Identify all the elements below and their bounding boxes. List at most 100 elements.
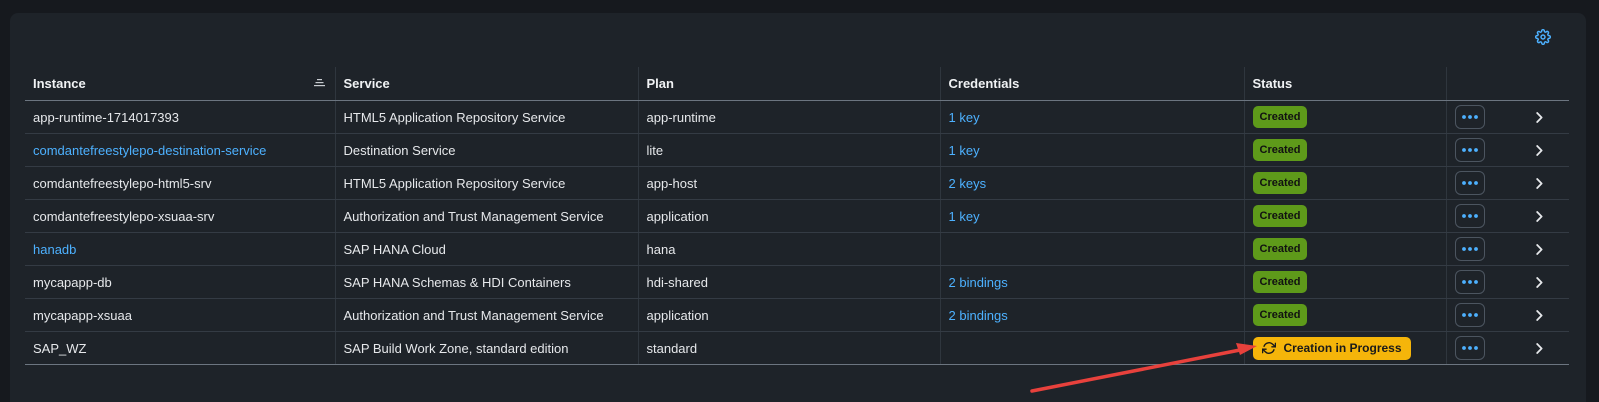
more-actions-button[interactable] xyxy=(1454,336,1485,360)
plan-name: application xyxy=(646,307,709,323)
sort-icon[interactable] xyxy=(313,79,325,87)
cell-plan: application xyxy=(637,298,940,332)
status-label: Created xyxy=(1259,111,1301,123)
column-header-label: Credentials xyxy=(948,76,1020,91)
cell-actions xyxy=(1445,199,1569,233)
column-header-label: Status xyxy=(1252,76,1293,91)
row-navigate-button[interactable] xyxy=(1536,342,1543,354)
cell-status: Created xyxy=(1243,298,1446,332)
column-header-label: Instance xyxy=(33,76,86,91)
more-actions-button[interactable] xyxy=(1454,171,1485,195)
table-row[interactable]: app-runtime-1714017393 HTML5 Application … xyxy=(25,100,1569,134)
credentials-link[interactable]: 1 key xyxy=(949,110,980,125)
plan-name: hdi-shared xyxy=(646,274,708,290)
service-name: HTML5 Application Repository Service xyxy=(343,175,566,191)
column-header-status[interactable]: Status xyxy=(1243,67,1446,101)
cell-actions xyxy=(1445,166,1569,200)
chevron-right-icon xyxy=(1536,210,1543,222)
row-actions xyxy=(1454,138,1562,162)
cell-credentials xyxy=(939,232,1244,266)
cell-actions xyxy=(1445,331,1569,365)
row-navigate-button[interactable] xyxy=(1536,210,1543,222)
instance-name: comdantefreestylepo-html5-srv xyxy=(33,175,212,191)
cell-instance: mycapapp-xsuaa xyxy=(25,298,335,332)
chevron-right-icon xyxy=(1536,177,1543,189)
credentials-link[interactable]: 1 key xyxy=(949,143,980,158)
cell-plan: application xyxy=(637,199,940,233)
cell-service: HTML5 Application Repository Service xyxy=(334,100,638,134)
plan-name: standard xyxy=(646,340,698,356)
cell-status: Created xyxy=(1243,232,1446,266)
table-row[interactable]: SAP_WZ SAP Build Work Zone, standard edit… xyxy=(25,331,1569,365)
instance-name[interactable]: hanadb xyxy=(33,242,76,257)
instance-name: mycapapp-db xyxy=(33,274,112,290)
service-name: SAP HANA Schemas & HDI Containers xyxy=(343,274,571,290)
table-row[interactable]: comdantefreestylepo-destination-service D… xyxy=(25,133,1569,167)
more-actions-button[interactable] xyxy=(1454,303,1485,327)
table-body: app-runtime-1714017393 HTML5 Application … xyxy=(25,100,1569,365)
more-actions-button[interactable] xyxy=(1454,138,1485,162)
instance-name: app-runtime-1714017393 xyxy=(33,109,179,125)
table-settings-button[interactable] xyxy=(1533,27,1553,47)
column-header-instance[interactable]: Instance xyxy=(25,67,335,101)
cell-status: Created xyxy=(1243,133,1446,167)
column-header-plan[interactable]: Plan xyxy=(637,67,940,101)
status-label: Created xyxy=(1259,210,1301,222)
gear-icon xyxy=(1535,29,1551,45)
cell-instance: comdantefreestylepo-xsuaa-srv xyxy=(25,199,335,233)
credentials-link[interactable]: 2 bindings xyxy=(949,275,1008,290)
status-label: Created xyxy=(1259,276,1301,288)
cell-service: SAP Build Work Zone, standard edition xyxy=(334,331,638,365)
status-badge: Created xyxy=(1252,238,1308,260)
more-actions-button[interactable] xyxy=(1454,204,1485,228)
row-actions xyxy=(1454,171,1562,195)
row-actions xyxy=(1454,336,1562,360)
row-navigate-button[interactable] xyxy=(1536,177,1543,189)
table-row[interactable]: mycapapp-xsuaa Authorization and Trust Ma… xyxy=(25,298,1569,332)
more-horizontal-icon xyxy=(1461,181,1478,185)
table-row[interactable]: comdantefreestylepo-html5-srv HTML5 Appli… xyxy=(25,166,1569,200)
row-navigate-button[interactable] xyxy=(1536,243,1543,255)
cell-credentials: 2 bindings xyxy=(939,265,1244,299)
chevron-right-icon xyxy=(1536,111,1543,123)
row-actions xyxy=(1454,105,1562,129)
credentials-link[interactable]: 2 bindings xyxy=(949,308,1008,323)
table-row[interactable]: comdantefreestylepo-xsuaa-srv Authorizati… xyxy=(25,199,1569,233)
row-actions xyxy=(1454,270,1562,294)
more-horizontal-icon xyxy=(1461,247,1478,251)
more-actions-button[interactable] xyxy=(1454,237,1485,261)
service-name: Authorization and Trust Management Servi… xyxy=(343,307,604,323)
row-navigate-button[interactable] xyxy=(1536,276,1543,288)
service-name: Authorization and Trust Management Servi… xyxy=(343,208,604,224)
cell-credentials: 2 bindings xyxy=(939,298,1244,332)
chevron-right-icon xyxy=(1536,342,1543,354)
row-navigate-button[interactable] xyxy=(1536,144,1543,156)
row-actions xyxy=(1454,303,1562,327)
column-header-service[interactable]: Service xyxy=(334,67,638,101)
cell-service: HTML5 Application Repository Service xyxy=(334,166,638,200)
plan-name: application xyxy=(646,208,709,224)
row-navigate-button[interactable] xyxy=(1536,309,1543,321)
status-badge: Created xyxy=(1252,106,1308,128)
instance-name[interactable]: comdantefreestylepo-destination-service xyxy=(33,143,266,158)
more-actions-button[interactable] xyxy=(1454,270,1485,294)
table-row[interactable]: mycapapp-db SAP HANA Schemas & HDI Contai… xyxy=(25,265,1569,299)
cell-instance: SAP_WZ xyxy=(25,331,335,365)
more-actions-button[interactable] xyxy=(1454,105,1485,129)
cell-actions xyxy=(1445,265,1569,299)
cell-plan: hdi-shared xyxy=(637,265,940,299)
service-name: SAP Build Work Zone, standard edition xyxy=(343,340,569,356)
cell-plan: app-runtime xyxy=(637,100,940,134)
status-label: Created xyxy=(1259,309,1301,321)
cell-instance: app-runtime-1714017393 xyxy=(25,100,335,134)
service-name: SAP HANA Cloud xyxy=(343,241,446,257)
more-horizontal-icon xyxy=(1461,313,1478,317)
cell-service: Authorization and Trust Management Servi… xyxy=(334,199,638,233)
table-row[interactable]: hanadb SAP HANA Cloud hana Created xyxy=(25,232,1569,266)
cell-actions xyxy=(1445,100,1569,134)
row-navigate-button[interactable] xyxy=(1536,111,1543,123)
cell-instance: comdantefreestylepo-destination-service xyxy=(25,133,335,167)
column-header-credentials[interactable]: Credentials xyxy=(939,67,1244,101)
credentials-link[interactable]: 1 key xyxy=(949,209,980,224)
credentials-link[interactable]: 2 keys xyxy=(949,176,987,191)
